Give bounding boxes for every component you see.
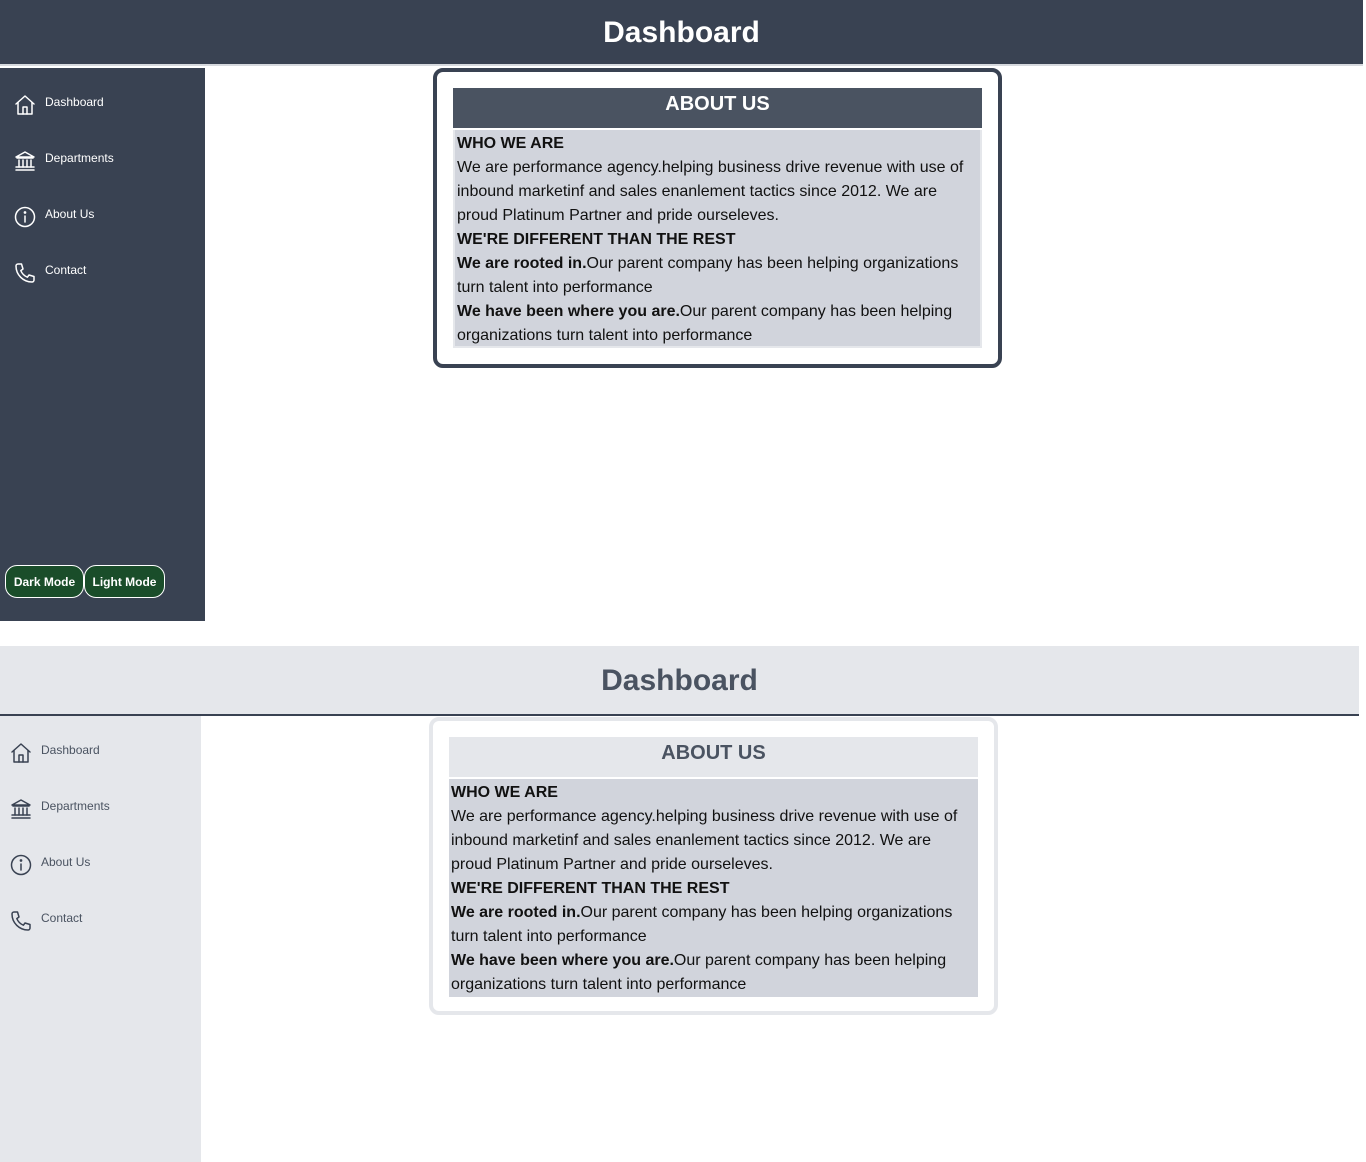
dark-mode-view: Dashboard Dashboard Departments About Us… — [0, 0, 1366, 646]
sidebar-item-label: Dashboard — [45, 95, 104, 109]
about-body: WHO WE ARE We are performance agency.hel… — [453, 130, 982, 348]
about-title: ABOUT US — [449, 737, 978, 777]
point-lead: We are rooted in. — [451, 904, 581, 921]
different-heading: WE'RE DIFFERENT THAN THE REST — [451, 880, 730, 897]
sidebar-item-label: Dashboard — [41, 743, 100, 757]
point-lead: We are rooted in. — [457, 255, 587, 272]
sidebar-item-departments[interactable]: Departments — [0, 135, 205, 175]
home-icon — [9, 741, 33, 765]
about-title: ABOUT US — [453, 88, 982, 128]
sidebar-item-dashboard[interactable]: Dashboard — [0, 79, 205, 119]
sidebar-item-label: About Us — [45, 207, 95, 221]
sidebar-item-label: Contact — [41, 911, 83, 925]
sidebar-item-dashboard[interactable]: Dashboard — [0, 727, 201, 767]
sidebar-item-about-us[interactable]: About Us — [0, 839, 201, 879]
sidebar: Dashboard Departments About Us Contact D… — [0, 68, 205, 621]
about-card: ABOUT US WHO WE ARE We are performance a… — [429, 717, 998, 1015]
page-title: Dashboard — [0, 0, 1363, 66]
info-icon — [9, 853, 33, 877]
page-title: Dashboard — [0, 646, 1359, 716]
home-icon — [13, 93, 37, 117]
sidebar-item-label: Contact — [45, 263, 87, 277]
point-lead: We have been where you are. — [457, 303, 680, 320]
point-rooted: We are rooted in.Our parent company has … — [451, 901, 976, 949]
sidebar-item-contact[interactable]: Contact — [0, 895, 201, 935]
about-card: ABOUT US WHO WE ARE We are performance a… — [433, 68, 1002, 368]
point-where-you-are: We have been where you are.Our parent co… — [451, 949, 976, 997]
sidebar-item-label: Departments — [45, 151, 114, 165]
info-icon — [13, 205, 37, 229]
who-we-are-heading: WHO WE ARE — [451, 784, 558, 801]
sidebar-item-label: Departments — [41, 799, 110, 813]
sidebar-item-contact[interactable]: Contact — [0, 247, 205, 287]
dark-mode-button[interactable]: Dark Mode — [5, 565, 84, 598]
phone-icon — [13, 261, 37, 285]
point-where-you-are: We have been where you are.Our parent co… — [457, 300, 978, 348]
light-mode-button[interactable]: Light Mode — [84, 565, 165, 598]
sidebar: Dashboard Departments About Us Contact — [0, 716, 201, 1162]
point-rooted: We are rooted in.Our parent company has … — [457, 252, 978, 300]
building-icon — [9, 797, 33, 821]
who-we-are-text: We are performance agency.helping busine… — [457, 159, 964, 224]
different-heading: WE'RE DIFFERENT THAN THE REST — [457, 231, 736, 248]
who-we-are-heading: WHO WE ARE — [457, 135, 564, 152]
point-lead: We have been where you are. — [451, 952, 674, 969]
sidebar-item-label: About Us — [41, 855, 91, 869]
phone-icon — [9, 909, 33, 933]
about-body: WHO WE ARE We are performance agency.hel… — [449, 779, 978, 997]
who-we-are-text: We are performance agency.helping busine… — [451, 808, 958, 873]
sidebar-item-departments[interactable]: Departments — [0, 783, 201, 823]
light-mode-view: Dashboard Dashboard Departments About Us… — [0, 646, 1366, 1162]
building-icon — [13, 149, 37, 173]
sidebar-item-about-us[interactable]: About Us — [0, 191, 205, 231]
